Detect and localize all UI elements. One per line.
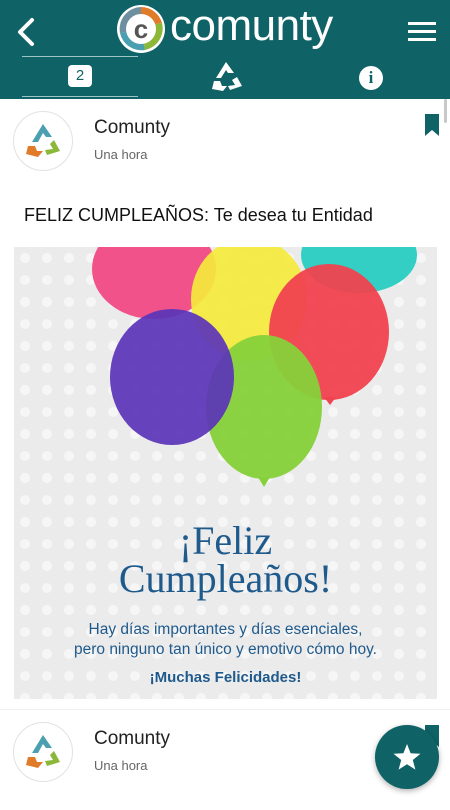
star-icon: [393, 744, 421, 770]
recycle-icon[interactable]: [208, 59, 244, 93]
author-avatar[interactable]: [13, 722, 73, 782]
author-avatar[interactable]: [13, 111, 73, 171]
card-body-line1: Hay días importantes y días esenciales,: [88, 621, 363, 638]
post-author: Comunty: [94, 728, 171, 749]
post-time: Una hora: [94, 758, 148, 773]
entity-logo-icon: [26, 735, 60, 768]
bookmark-icon[interactable]: [425, 114, 439, 136]
hamburger-menu-icon[interactable]: [406, 18, 438, 46]
scrollbar[interactable]: [444, 99, 447, 123]
post-author: Comunty: [94, 117, 171, 138]
post-time: Una hora: [94, 147, 148, 162]
tab-active-indicator: [22, 96, 138, 97]
post-image-birthday-card[interactable]: ¡Feliz Cumpleaños! Hay días importantes …: [14, 247, 437, 699]
tab-notifications-badge[interactable]: 2: [68, 65, 92, 87]
back-chevron-icon[interactable]: [12, 14, 44, 50]
logo-mark-icon: c: [117, 5, 165, 53]
tab-indicator-top: [22, 56, 138, 57]
app-header: c comunty 2 i: [0, 0, 450, 99]
entity-logo-icon: [26, 124, 60, 157]
card-headline-line2: Cumpleaños!: [118, 556, 333, 601]
tab-info-icon[interactable]: i: [359, 66, 383, 90]
card-closing: ¡Muchas Felicidades!: [149, 669, 302, 686]
svg-text:c: c: [134, 14, 148, 44]
news-feed: Comunty Una hora FELIZ CUMPLEAÑOS: Te de…: [0, 99, 450, 810]
post-title[interactable]: FELIZ CUMPLEAÑOS: Te desea tu Entidad: [24, 205, 373, 226]
app-logo: c comunty: [115, 1, 355, 55]
favorites-fab-button[interactable]: [375, 725, 439, 789]
card-body-line2: pero ninguno tan único y emotivo cómo ho…: [73, 641, 377, 658]
app-name: comunty: [170, 1, 333, 50]
post-card: Comunty Una hora FELIZ CUMPLEAÑOS: Te de…: [0, 99, 450, 709]
